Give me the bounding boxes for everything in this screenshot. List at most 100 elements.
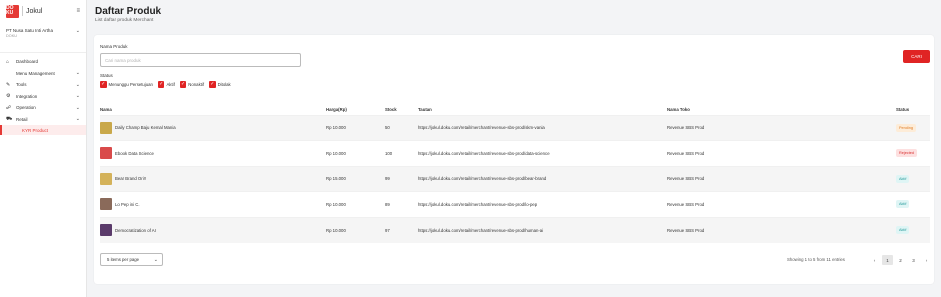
merchant-selector[interactable]: PT Nusa Satu Inti Artha DOKU ⌄: [0, 22, 86, 46]
product-name: Lo Pep ini C.: [115, 201, 140, 207]
sidebar-item-integration[interactable]: ⚙ Integration ⌄: [0, 91, 86, 103]
status-badge: Aktif: [896, 200, 910, 209]
search-button[interactable]: CARI: [903, 50, 930, 63]
product-cell: Democratization of AI: [100, 224, 326, 236]
main-content: Daftar Produk List daftar produk Merchan…: [87, 0, 941, 297]
status-checkbox-ditolak[interactable]: ✓ Ditolak: [209, 81, 231, 88]
sidebar-item-menu-management[interactable]: Menu Management ⌄: [0, 68, 86, 80]
sidebar: DO KU Jokul ≡ PT Nusa Satu Inti Artha DO…: [0, 0, 87, 297]
product-thumbnail: [100, 147, 112, 160]
gear-icon: ⚙: [6, 93, 11, 100]
per-page-label: 5 items per page: [107, 257, 140, 262]
status-cell: Aktif: [896, 216, 930, 243]
link-cell[interactable]: https://jokul.doku.com/retail/merchant/r…: [418, 165, 667, 192]
table-row[interactable]: Bear Brand Ori!! Rp 15.000 99 https://jokul…: [100, 165, 930, 192]
stock-cell: 50: [385, 114, 418, 141]
cart-icon: ⛟: [6, 115, 13, 122]
page-button-1[interactable]: 1: [882, 255, 893, 265]
page-button-3[interactable]: 3: [908, 255, 919, 265]
product-name: Ebook Data Science: [115, 150, 154, 156]
link-cell[interactable]: https://jokul.doku.com/retail/merchant/r…: [418, 216, 667, 243]
binoculars-icon: ☍: [6, 104, 12, 111]
sidebar-item-label: Retail: [16, 116, 28, 122]
product-table: Nama Harga(Rp) Stock Tautan Nama Toko Status …: [100, 104, 930, 243]
column-header: Status: [896, 106, 910, 112]
brand-name: Jokul: [26, 7, 43, 15]
product-thumbnail: [100, 198, 112, 211]
sidebar-item-retail[interactable]: ⛟ Retail ⌄: [0, 114, 86, 126]
sidebar-item-kyr-product[interactable]: KYR Product: [0, 125, 86, 135]
column-header: Stock: [385, 106, 397, 112]
table-row[interactable]: Daily Champ Baju Kemal Mania Rp 10.000 50 h…: [100, 114, 930, 141]
checkbox-label: Ditolak: [217, 81, 231, 87]
status-cell: Rejected: [896, 140, 930, 166]
sidebar-item-operation[interactable]: ☍ Operation ⌄: [0, 102, 86, 114]
next-page-icon[interactable]: ›: [921, 255, 932, 265]
nav-list: ⌂ Dashboard Menu Management ⌄ ✎ Tools ⌄ ⚙ Integr…: [0, 56, 86, 125]
chevron-down-icon: ⌄: [75, 116, 80, 123]
status-checkbox-aktif[interactable]: ✓ Aktif: [157, 81, 175, 88]
product-name: Democratization of AI: [115, 227, 156, 233]
status-badge: Aktif: [896, 174, 910, 183]
product-name: Bear Brand Ori!!: [115, 176, 147, 182]
price-cell: Rp 10.000: [326, 216, 385, 243]
store-cell: Revenue SBS Prod: [667, 191, 896, 217]
product-thumbnail: [100, 121, 112, 134]
product-thumbnail: [100, 224, 112, 236]
status-cell: Pending: [896, 114, 930, 141]
checkbox-label: Aktif: [166, 81, 175, 87]
checkbox-checked-icon[interactable]: ✓: [100, 81, 107, 88]
stock-cell: 89: [385, 191, 418, 217]
status-filters: ✓ Menunggu Persetujuan ✓ Aktif ✓ Nonaktif ✓ Dit…: [100, 81, 236, 88]
product-name: Daily Champ Baju Kemal Mania: [115, 125, 176, 131]
table-row[interactable]: Ebook Data Science Rp 10.000 100 https://jo…: [100, 140, 930, 166]
link-cell[interactable]: https://jokul.doku.com/retail/merchant/r…: [418, 114, 667, 141]
table-row[interactable]: Democratization of AI Rp 10.000 97 https://…: [100, 216, 930, 243]
status-checkbox-nonaktif[interactable]: ✓ Nonaktif: [179, 81, 205, 88]
column-header: Harga(Rp): [326, 106, 347, 112]
entries-summary: Showing 1 to 5 from 11 entries: [787, 257, 845, 262]
brand: DO KU Jokul ≡: [0, 0, 86, 22]
status-cell: Aktif: [896, 191, 930, 217]
status-badge: Pending: [896, 123, 916, 132]
sidebar-item-label: Dashboard: [16, 59, 39, 65]
page-title: Daftar Produk: [95, 6, 162, 17]
price-cell: Rp 10.000: [326, 114, 385, 141]
search-input[interactable]: [100, 53, 301, 67]
checkbox-label: Menunggu Persetujuan: [108, 81, 153, 87]
store-cell: Revenue SBS Prod: [667, 140, 896, 166]
status-badge: Rejected: [896, 149, 917, 158]
page-button-2[interactable]: 2: [895, 255, 906, 265]
product-card: Nama Produk CARI Status ✓Menunggu Perset…: [94, 35, 934, 284]
chevron-down-icon: ⌄: [75, 70, 80, 77]
brand-divider: [22, 6, 23, 16]
sidebar-item-dashboard[interactable]: ⌂ Dashboard: [0, 56, 86, 68]
sidebar-item-label: Operation: [16, 105, 36, 111]
product-thumbnail: [100, 172, 112, 185]
checkbox-checked-icon[interactable]: ✓: [157, 81, 165, 88]
link-cell[interactable]: https://jokul.doku.com/retail/merchant/r…: [418, 140, 667, 166]
checkbox-label: Nonaktif: [188, 81, 205, 87]
table-row[interactable]: Lo Pep ini C. Rp 10.000 89 https://jokul.do…: [100, 191, 930, 217]
prev-page-icon[interactable]: ‹: [869, 255, 880, 265]
hamburger-icon[interactable]: ≡: [76, 8, 80, 14]
status-cell: Aktif: [896, 165, 930, 192]
chevron-down-icon: ⌄: [75, 104, 80, 111]
merchant-text: PT Nusa Satu Inti Artha DOKU: [6, 28, 76, 39]
page-subtitle: List daftar produk Merchant: [95, 18, 154, 23]
column-header: Nama: [100, 106, 112, 112]
checkbox-checked-icon[interactable]: ✓: [179, 81, 187, 88]
store-cell: Revenue SBS Prod: [667, 165, 896, 192]
price-cell: Rp 15.000: [326, 165, 385, 192]
per-page-select[interactable]: 5 items per page ⌄: [100, 253, 163, 266]
product-name-cell: Lo Pep ini C.: [100, 191, 326, 217]
chevron-down-icon: ⌄: [75, 93, 80, 100]
link-cell[interactable]: https://jokul.doku.com/retail/merchant/r…: [418, 191, 667, 217]
column-header: Tautan: [418, 106, 432, 112]
checkbox-checked-icon[interactable]: ✓: [209, 81, 216, 88]
stock-cell: 100: [385, 140, 418, 166]
sidebar-item-tools[interactable]: ✎ Tools ⌄: [0, 79, 86, 91]
table-body: Daily Champ Baju Kemal Mania Rp 10.000 50 h…: [100, 114, 930, 243]
sidebar-divider: [0, 52, 86, 53]
status-checkbox-menunggu-persetujuan[interactable]: ✓ Menunggu Persetujuan: [100, 81, 153, 88]
